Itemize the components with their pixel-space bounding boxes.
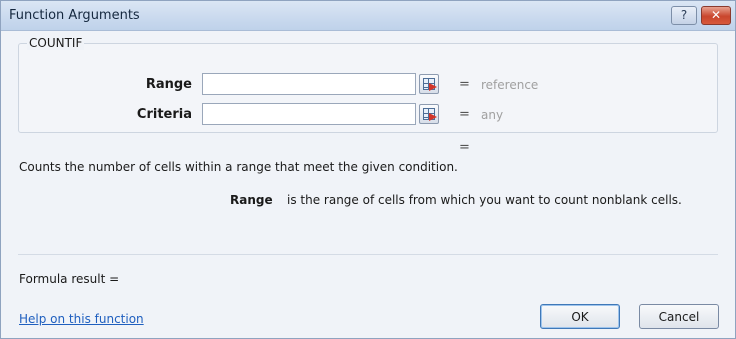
range-equals-sign: =: [459, 77, 470, 92]
argument-description-text: is the range of cells from which you wan…: [287, 193, 682, 207]
function-arguments-dialog: Function Arguments ? ✕ COUNTIF Range = r…: [0, 0, 736, 339]
argument-description-name: Range: [230, 193, 273, 207]
function-result-equals: =: [459, 140, 470, 155]
criteria-collapse-dialog-icon[interactable]: [419, 104, 439, 124]
ok-button[interactable]: OK: [540, 304, 620, 329]
dialog-title: Function Arguments: [9, 8, 140, 23]
range-label: Range: [145, 77, 192, 92]
range-collapse-dialog-icon[interactable]: [419, 74, 439, 94]
help-on-function-link[interactable]: Help on this function: [19, 312, 144, 326]
title-bar[interactable]: Function Arguments ? ✕: [1, 1, 735, 31]
range-input[interactable]: [202, 73, 416, 95]
cancel-button[interactable]: Cancel: [639, 304, 719, 329]
divider: [18, 254, 718, 255]
criteria-type-hint: any: [481, 108, 504, 122]
formula-result: Formula result =: [19, 272, 120, 286]
function-name: COUNTIF: [27, 36, 85, 50]
close-icon[interactable]: ✕: [701, 6, 731, 25]
function-description: Counts the number of cells within a rang…: [19, 160, 458, 174]
criteria-equals-sign: =: [459, 107, 470, 122]
help-icon[interactable]: ?: [671, 6, 697, 25]
criteria-label: Criteria: [136, 107, 192, 122]
range-type-hint: reference: [481, 78, 539, 92]
criteria-input[interactable]: [202, 103, 416, 125]
